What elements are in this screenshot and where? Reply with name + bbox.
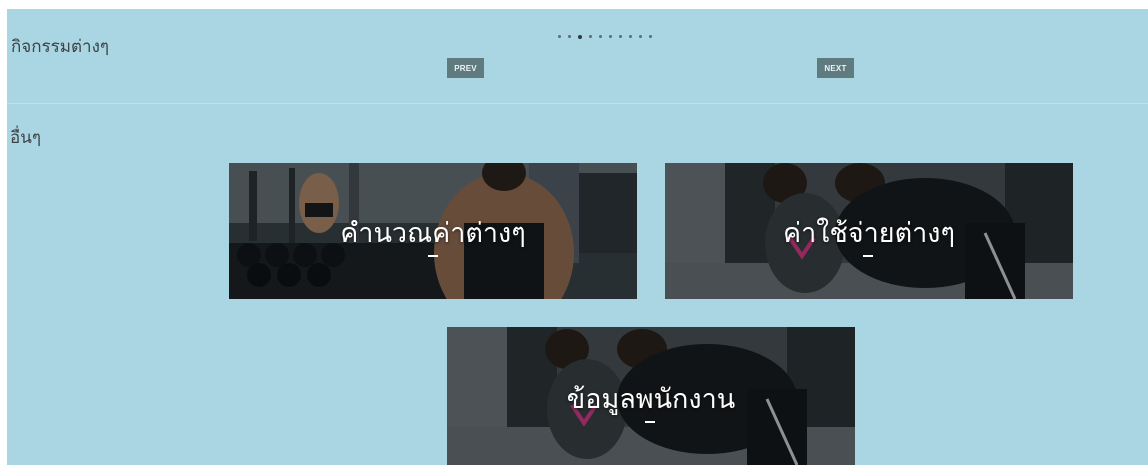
carousel-indicators — [558, 34, 652, 39]
carousel-dot[interactable] — [629, 35, 632, 38]
calculation-card[interactable]: คำนวณค่าต่างๆ — [229, 163, 637, 299]
carousel-dot[interactable] — [619, 35, 622, 38]
card-title: ข้อมูลพนักงาน — [566, 384, 736, 415]
carousel-dot[interactable] — [649, 35, 652, 38]
prev-button[interactable]: PREV — [447, 58, 484, 78]
carousel-dot[interactable] — [558, 35, 561, 38]
expenses-card[interactable]: ค่าใช้จ่ายต่างๆ — [665, 163, 1073, 299]
section-divider — [7, 103, 1148, 104]
card-title: คำนวณค่าต่างๆ — [340, 218, 526, 249]
activities-section-title: กิจกรรมต่างๆ — [11, 37, 110, 57]
title-underline — [428, 255, 438, 257]
carousel-dot[interactable] — [609, 35, 612, 38]
next-button[interactable]: NEXT — [817, 58, 854, 78]
carousel-dot[interactable] — [639, 35, 642, 38]
carousel-dot[interactable] — [568, 35, 571, 38]
employee-info-card[interactable]: ข้อมูลพนักงาน — [447, 327, 855, 465]
carousel-dot[interactable] — [589, 35, 592, 38]
title-underline — [863, 255, 873, 257]
card-title: ค่าใช้จ่ายต่างๆ — [783, 218, 955, 249]
others-section-title: อื่นๆ — [10, 128, 41, 148]
carousel-dot-active[interactable] — [578, 34, 582, 39]
carousel-dot[interactable] — [599, 35, 602, 38]
title-underline — [645, 421, 655, 423]
